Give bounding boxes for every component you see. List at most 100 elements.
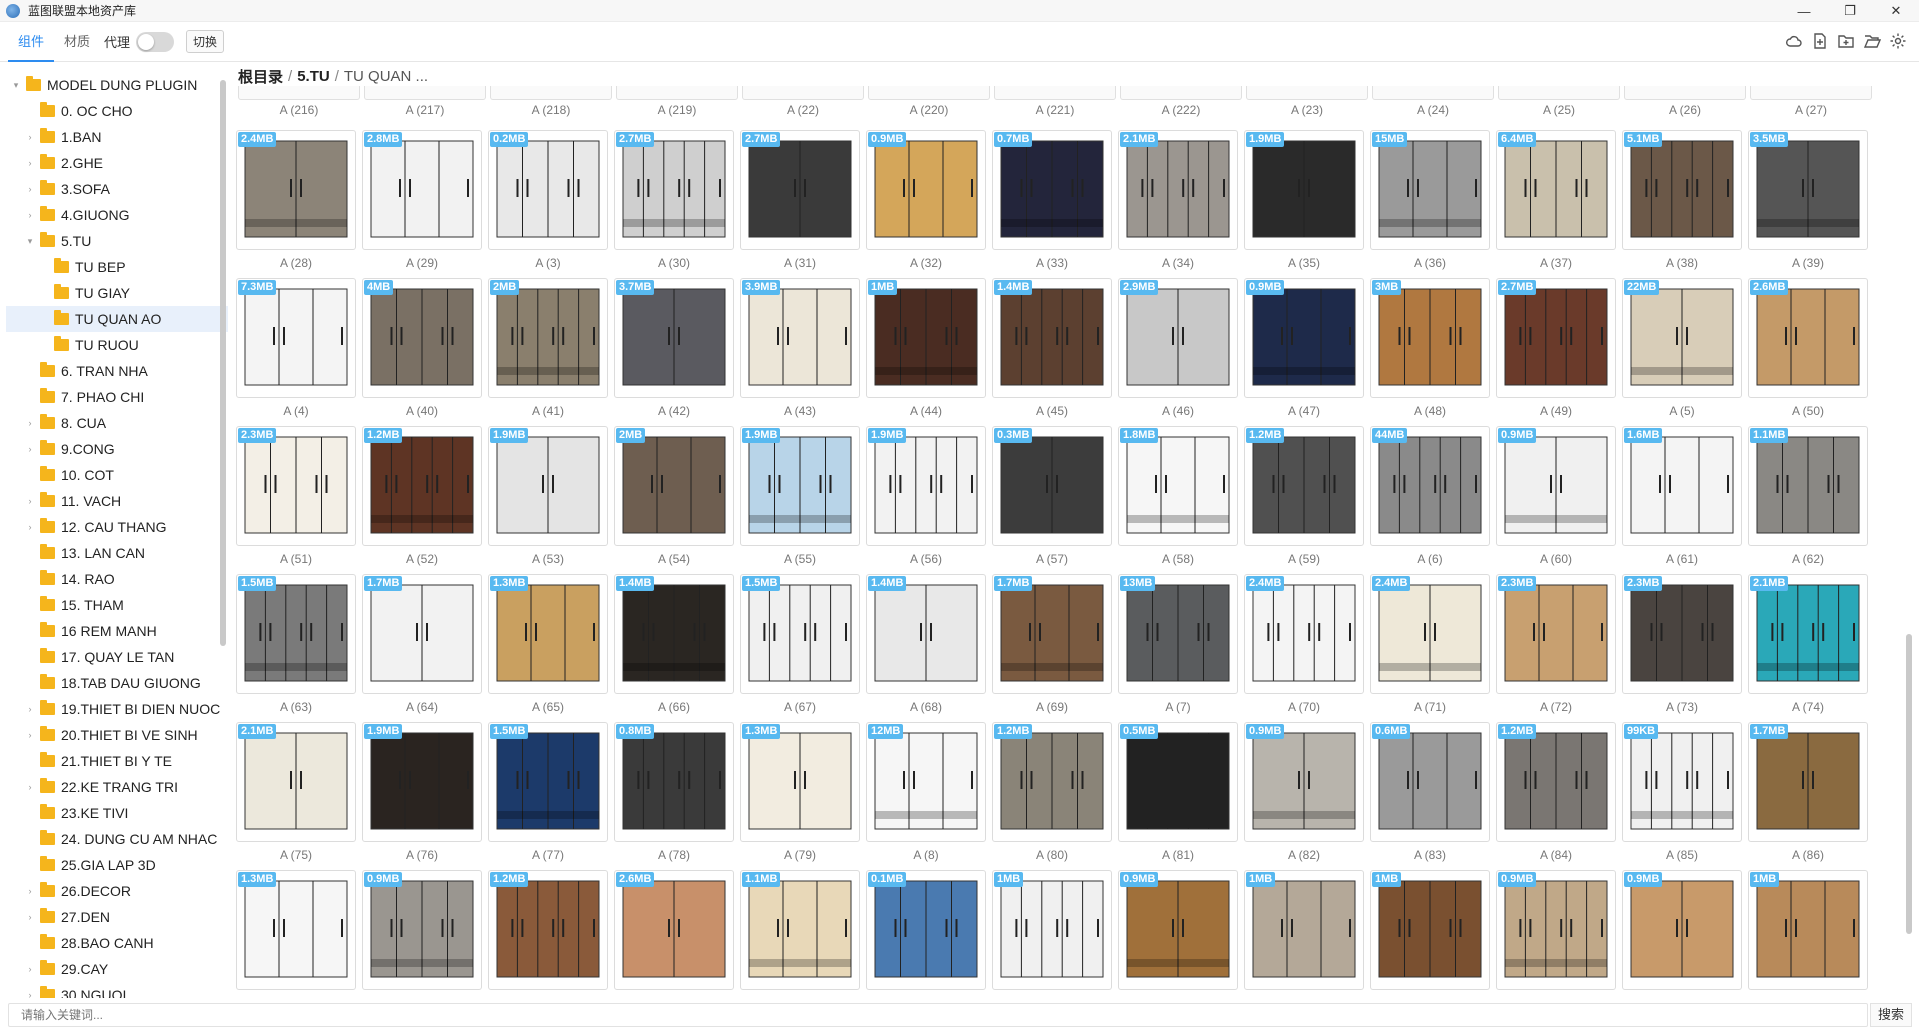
asset-thumbnail[interactable]: 0.5MB <box>1118 722 1238 842</box>
asset-card[interactable]: 1MB <box>1244 870 1364 998</box>
asset-card[interactable]: 44MB A (6) <box>1370 426 1490 574</box>
close-button[interactable]: ✕ <box>1873 0 1919 22</box>
asset-card[interactable]: 1.4MB A (45) <box>992 278 1112 426</box>
asset-card[interactable]: 2.8MB A (29) <box>362 130 482 278</box>
asset-thumbnail[interactable]: 0.9MB <box>1622 870 1742 990</box>
asset-thumbnail[interactable]: 1MB <box>992 870 1112 990</box>
asset-card[interactable]: 0.1MB <box>866 870 986 998</box>
chevron-right-icon[interactable]: › <box>24 730 36 740</box>
search-button[interactable]: 搜索 <box>1870 1003 1912 1027</box>
asset-thumbnail[interactable]: 0.9MB <box>866 130 986 250</box>
asset-card[interactable]: 3MB A (48) <box>1370 278 1490 426</box>
asset-thumbnail[interactable]: 0.2MB <box>488 130 608 250</box>
search-input[interactable] <box>8 1003 1868 1027</box>
breadcrumb-folder[interactable]: 5.TU <box>297 68 330 85</box>
asset-thumbnail[interactable]: 1.4MB <box>866 574 986 694</box>
chevron-right-icon[interactable]: › <box>24 886 36 896</box>
chevron-right-icon[interactable]: › <box>24 210 36 220</box>
asset-thumbnail[interactable]: 2.1MB <box>1118 130 1238 250</box>
asset-card[interactable]: 3.5MB A (39) <box>1748 130 1868 278</box>
asset-card[interactable]: 2.6MB <box>614 870 734 998</box>
asset-thumbnail[interactable]: 1MB <box>1244 870 1364 990</box>
chevron-right-icon[interactable]: › <box>24 964 36 974</box>
asset-thumbnail[interactable] <box>868 86 990 100</box>
asset-thumbnail[interactable]: 1.4MB <box>614 574 734 694</box>
asset-thumbnail[interactable] <box>994 86 1116 100</box>
asset-thumbnail[interactable]: 6.4MB <box>1496 130 1616 250</box>
tree-item[interactable]: › 30.NGUOI <box>6 982 228 998</box>
asset-card[interactable]: A (216) <box>236 86 362 120</box>
asset-thumbnail[interactable]: 0.9MB <box>1244 722 1364 842</box>
asset-thumbnail[interactable]: 2.9MB <box>1118 278 1238 398</box>
tree-item[interactable]: 13. LAN CAN <box>6 540 228 566</box>
asset-card[interactable]: 13MB A (7) <box>1118 574 1238 722</box>
asset-card[interactable]: 1MB <box>1370 870 1490 998</box>
asset-thumbnail[interactable]: 3MB <box>1370 278 1490 398</box>
asset-thumbnail[interactable]: 2.3MB <box>236 426 356 546</box>
chevron-right-icon[interactable]: › <box>24 912 36 922</box>
chevron-right-icon[interactable]: › <box>24 704 36 714</box>
asset-card[interactable]: 22MB A (5) <box>1622 278 1742 426</box>
chevron-down-icon[interactable]: ▾ <box>24 236 36 247</box>
asset-card[interactable]: 2.1MB A (75) <box>236 722 356 870</box>
asset-thumbnail[interactable]: 1.9MB <box>866 426 986 546</box>
asset-thumbnail[interactable]: 2.4MB <box>236 130 356 250</box>
asset-card[interactable]: A (217) <box>362 86 488 120</box>
asset-thumbnail[interactable] <box>1750 86 1872 100</box>
tab-components[interactable]: 组件 <box>8 22 55 62</box>
main-scrollbar[interactable] <box>1906 634 1912 934</box>
asset-card[interactable]: 0.7MB A (33) <box>992 130 1112 278</box>
tree-item[interactable]: TU RUOU <box>6 332 228 358</box>
asset-thumbnail[interactable]: 1.7MB <box>992 574 1112 694</box>
asset-thumbnail[interactable]: 1.9MB <box>740 426 860 546</box>
asset-card[interactable]: 0.9MB A (47) <box>1244 278 1364 426</box>
asset-card[interactable]: 1.5MB A (67) <box>740 574 860 722</box>
asset-thumbnail[interactable]: 1.5MB <box>488 722 608 842</box>
tree-item[interactable]: 6. TRAN NHA <box>6 358 228 384</box>
chevron-right-icon[interactable]: › <box>24 184 36 194</box>
tree-item[interactable]: 10. COT <box>6 462 228 488</box>
chevron-right-icon[interactable]: › <box>24 158 36 168</box>
maximize-button[interactable]: ❐ <box>1827 0 1873 22</box>
asset-card[interactable]: 1.1MB <box>740 870 860 998</box>
asset-card[interactable]: 2.1MB A (74) <box>1748 574 1868 722</box>
asset-card[interactable]: 2.3MB A (51) <box>236 426 356 574</box>
asset-thumbnail[interactable]: 0.7MB <box>992 130 1112 250</box>
asset-thumbnail[interactable]: 1.5MB <box>740 574 860 694</box>
asset-card[interactable]: 0.3MB A (57) <box>992 426 1112 574</box>
chevron-down-icon[interactable]: ▾ <box>10 80 22 91</box>
tab-materials[interactable]: 材质 <box>54 22 100 62</box>
asset-card[interactable]: A (219) <box>614 86 740 120</box>
asset-thumbnail[interactable] <box>1120 86 1242 100</box>
tree-item[interactable]: › 26.DECOR <box>6 878 228 904</box>
asset-thumbnail[interactable] <box>742 86 864 100</box>
tree-item[interactable]: 7. PHAO CHI <box>6 384 228 410</box>
asset-card[interactable]: 1.5MB A (63) <box>236 574 356 722</box>
sidebar-scrollbar[interactable] <box>220 80 226 646</box>
asset-thumbnail[interactable]: 0.3MB <box>992 426 1112 546</box>
tree-item[interactable]: 25.GIA LAP 3D <box>6 852 228 878</box>
tree-item[interactable]: › 1.BAN <box>6 124 228 150</box>
asset-thumbnail[interactable]: 2.7MB <box>1496 278 1616 398</box>
asset-card[interactable]: 1.4MB A (66) <box>614 574 734 722</box>
asset-card[interactable]: 0.9MB A (32) <box>866 130 986 278</box>
asset-thumbnail[interactable]: 12MB <box>866 722 986 842</box>
chevron-right-icon[interactable]: › <box>24 522 36 532</box>
tree-item[interactable]: 28.BAO CANH <box>6 930 228 956</box>
asset-card[interactable]: 1.3MB A (65) <box>488 574 608 722</box>
tree-item[interactable]: 17. QUAY LE TAN <box>6 644 228 670</box>
asset-thumbnail[interactable]: 0.8MB <box>614 722 734 842</box>
asset-card[interactable]: A (23) <box>1244 86 1370 120</box>
asset-card[interactable]: 2.1MB A (34) <box>1118 130 1238 278</box>
asset-card[interactable]: 1.8MB A (58) <box>1118 426 1238 574</box>
asset-card[interactable]: 1.9MB A (56) <box>866 426 986 574</box>
asset-thumbnail[interactable]: 7.3MB <box>236 278 356 398</box>
asset-card[interactable]: 1.9MB A (35) <box>1244 130 1364 278</box>
asset-thumbnail[interactable]: 2.3MB <box>1496 574 1616 694</box>
tree-item[interactable]: 18.TAB DAU GIUONG <box>6 670 228 696</box>
asset-thumbnail[interactable]: 1.5MB <box>236 574 356 694</box>
asset-thumbnail[interactable]: 3.9MB <box>740 278 860 398</box>
asset-thumbnail[interactable]: 0.9MB <box>362 870 482 990</box>
asset-thumbnail[interactable] <box>1246 86 1368 100</box>
minimize-button[interactable]: — <box>1781 0 1827 22</box>
